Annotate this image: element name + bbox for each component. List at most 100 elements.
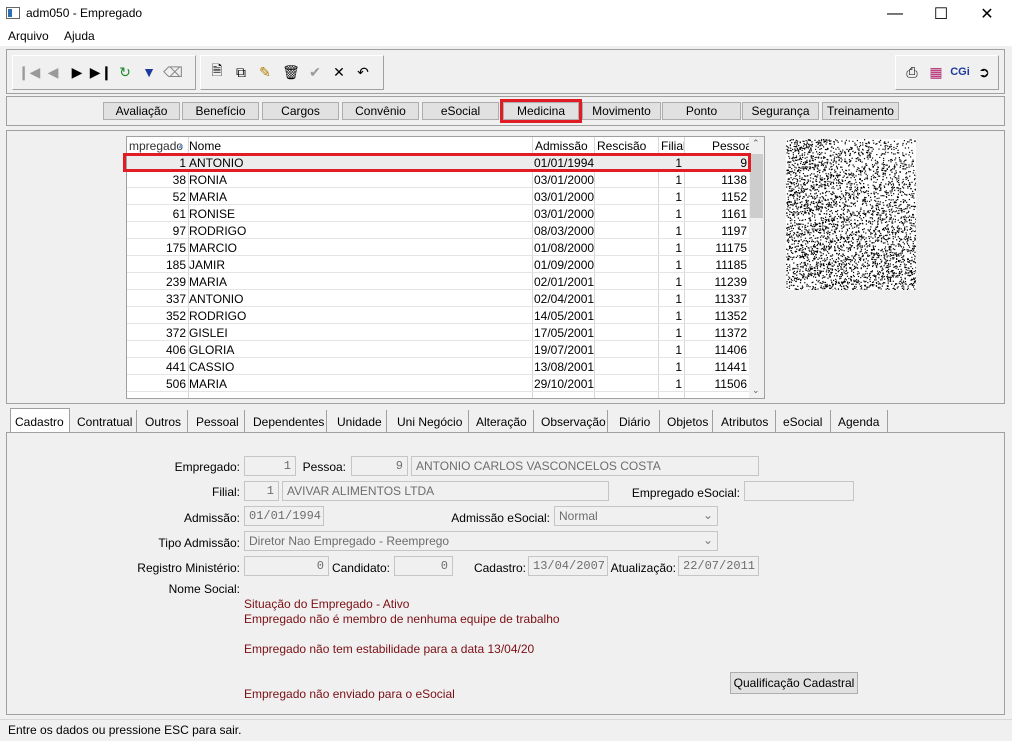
last-record-icon[interactable]: ▶❙: [90, 62, 113, 82]
module-convenio-button[interactable]: Convênio: [342, 102, 419, 120]
book-icon[interactable]: ▦: [927, 62, 945, 82]
module-avaliacao-button[interactable]: Avaliação: [103, 102, 180, 120]
first-record-icon[interactable]: ❙◀: [18, 62, 41, 82]
tab-cadastro[interactable]: Cadastro: [10, 408, 70, 432]
cell-filial: 1: [675, 292, 682, 306]
close-button[interactable]: ✕: [964, 0, 1010, 28]
header-pessoa[interactable]: Pessoa: [712, 139, 752, 153]
cell-filial: 1: [675, 190, 682, 204]
header-admissao[interactable]: Admissão: [535, 139, 588, 153]
maximize-button[interactable]: ☐: [918, 0, 964, 28]
header-rescisao[interactable]: Rescisão: [597, 139, 646, 153]
next-record-icon[interactable]: ▶: [68, 62, 86, 82]
tab-pessoal[interactable]: Pessoal: [192, 410, 245, 434]
table-row[interactable]: 239 MARIA 02/01/2001 1 11239: [127, 273, 749, 290]
header-nome[interactable]: Nome: [189, 139, 221, 153]
employee-grid[interactable]: mpregado ▲ Nome Admissão Rescisão Filial…: [126, 136, 765, 399]
module-seguranca-button[interactable]: Segurança: [742, 102, 819, 120]
scroll-up-icon[interactable]: ⌃: [752, 138, 760, 149]
tab-esocial[interactable]: eSocial: [779, 410, 831, 434]
empregado-field[interactable]: 1: [244, 456, 296, 476]
new-record-icon[interactable]: 🗎: [208, 62, 226, 82]
atualizacao-field[interactable]: 22/07/2011: [678, 556, 759, 576]
table-row[interactable]: 352 RODRIGO 14/05/2001 1 11352: [127, 307, 749, 324]
candidato-field[interactable]: 0: [394, 556, 453, 576]
tab-alteracao[interactable]: Alteração: [472, 410, 534, 434]
menu-arquivo[interactable]: Arquivo: [8, 29, 49, 43]
module-treinamento-button[interactable]: Treinamento: [822, 102, 899, 120]
tab-agenda[interactable]: Agenda: [834, 410, 888, 434]
minimize-button[interactable]: —: [872, 0, 918, 28]
table-row[interactable]: 38 RONIA 03/01/2000 1 1138: [127, 171, 749, 188]
admissao-field[interactable]: 01/01/1994: [244, 506, 324, 526]
module-medicina-button[interactable]: Medicina: [500, 99, 582, 123]
menu-ajuda[interactable]: Ajuda: [64, 29, 95, 43]
refresh-icon[interactable]: ↻: [116, 62, 134, 82]
confirm-icon[interactable]: ✔: [306, 62, 324, 82]
module-movimento-button[interactable]: Movimento: [582, 102, 661, 120]
filial-field[interactable]: 1: [244, 481, 279, 501]
cell-admissao: 03/01/2000: [534, 207, 595, 221]
module-ponto-button[interactable]: Ponto: [662, 102, 741, 120]
module-beneficio-button[interactable]: Benefício: [182, 102, 259, 120]
tab-contratual[interactable]: Contratual: [73, 410, 137, 434]
clear-filter-icon[interactable]: ⌫: [163, 62, 183, 82]
exit-icon[interactable]: ➲: [975, 62, 993, 82]
cancel-icon[interactable]: ✕: [330, 62, 348, 82]
tipo-admissao-select[interactable]: Diretor Nao Empregado - Reemprego ⌄: [244, 531, 718, 551]
table-row[interactable]: 372 GISLEI 17/05/2001 1 11372: [127, 324, 749, 341]
header-empregado[interactable]: mpregado: [129, 139, 183, 153]
tab-unidade[interactable]: Unidade: [333, 410, 387, 434]
table-row[interactable]: 97 RODRIGO 08/03/2000 1 1197: [127, 222, 749, 239]
filter-icon[interactable]: ▼: [140, 62, 158, 82]
table-row[interactable]: 175 MARCIO 01/08/2000 1 11175: [127, 239, 749, 256]
cell-nome: RODRIGO: [189, 309, 247, 323]
table-row[interactable]: 61 RONISE 03/01/2000 1 1161: [127, 205, 749, 222]
cgi-icon[interactable]: CGi: [948, 62, 972, 82]
grid-vertical-scrollbar[interactable]: ⌃ ⌄: [749, 137, 764, 398]
selected-row-highlight: [123, 153, 751, 172]
table-row[interactable]: 52 MARIA 03/01/2000 1 1152: [127, 188, 749, 205]
table-row[interactable]: 506 MARIA 29/10/2001 1 11506: [127, 375, 749, 392]
filial-nome-field[interactable]: AVIVAR ALIMENTOS LTDA: [282, 481, 609, 501]
registro-ministerio-field[interactable]: 0: [244, 556, 329, 576]
tipo-admissao-label: Tipo Admissão:: [158, 536, 240, 550]
copy-record-icon[interactable]: ⧉: [232, 62, 250, 82]
module-cargos-button[interactable]: Cargos: [262, 102, 339, 120]
pessoa-field[interactable]: 9: [351, 456, 408, 476]
table-row[interactable]: 441 CASSIO 13/08/2001 1 11441: [127, 358, 749, 375]
tab-outros[interactable]: Outros: [141, 410, 188, 434]
cell-filial: 1: [675, 309, 682, 323]
tab-objetos[interactable]: Objetos: [663, 410, 713, 434]
tab-observacao[interactable]: Observação: [537, 410, 608, 434]
empregado-esocial-field[interactable]: [744, 481, 854, 501]
cell-nome: JAMIR: [189, 258, 225, 272]
undo-icon[interactable]: ↶: [354, 62, 372, 82]
cell-filial: 1: [675, 241, 682, 255]
cell-filial: 1: [675, 207, 682, 221]
module-esocial-button[interactable]: eSocial: [422, 102, 499, 120]
delete-record-icon[interactable]: 🗑: [282, 62, 300, 82]
edit-record-icon[interactable]: ✎: [256, 62, 274, 82]
table-row[interactable]: 185 JAMIR 01/09/2000 1 11185: [127, 256, 749, 273]
tab-uni-negocio[interactable]: Uni Negócio: [393, 410, 469, 434]
cell-pessoa: 1161: [721, 207, 747, 221]
cell-pessoa: 11175: [715, 241, 747, 255]
previous-record-icon[interactable]: ◀: [44, 62, 62, 82]
chevron-down-icon: ⌄: [702, 533, 713, 547]
print-icon[interactable]: ⎙: [903, 62, 921, 82]
tab-atributos[interactable]: Atributos: [717, 410, 776, 434]
admissao-esocial-select[interactable]: Normal ⌄: [554, 506, 718, 526]
table-row[interactable]: 337 ANTONIO 02/04/2001 1 11337: [127, 290, 749, 307]
scroll-thumb[interactable]: [750, 154, 763, 218]
tab-dependentes[interactable]: Dependentes: [249, 410, 327, 434]
cell-empregado: 97: [172, 224, 186, 238]
scroll-down-icon[interactable]: ⌄: [752, 385, 760, 396]
pessoa-nome-field[interactable]: ANTONIO CARLOS VASCONCELOS COSTA: [411, 456, 759, 476]
cadastro-field[interactable]: 13/04/2007: [528, 556, 608, 576]
tab-diario[interactable]: Diário: [615, 410, 660, 434]
cell-empregado: 441: [165, 360, 186, 374]
qualificacao-cadastral-button[interactable]: Qualificação Cadastral: [730, 672, 858, 694]
table-row[interactable]: 406 GLORIA 19/07/2001 1 11406: [127, 341, 749, 358]
header-filial[interactable]: Filial: [661, 139, 686, 153]
